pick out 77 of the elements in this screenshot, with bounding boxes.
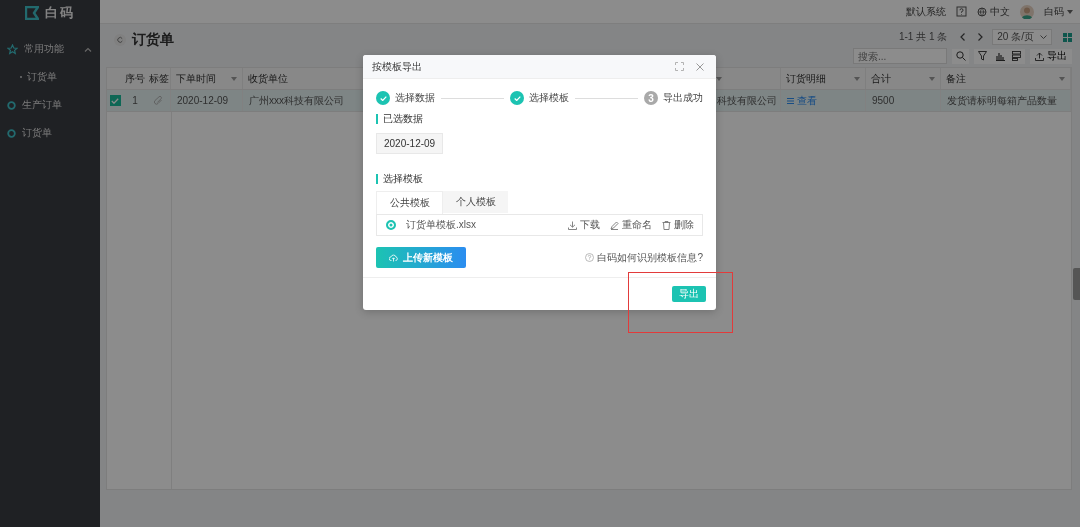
caret-icon	[1067, 9, 1073, 14]
search-icon	[955, 51, 966, 61]
bar-chart-icon	[994, 51, 1005, 61]
step-label: 选择数据	[395, 91, 435, 105]
refresh-icon	[114, 34, 126, 46]
chevron-right-icon	[978, 33, 984, 41]
side-handle[interactable]	[1073, 268, 1080, 300]
column-header: 标签	[148, 71, 169, 86]
question-icon	[585, 253, 595, 262]
pagination-info: 1-1 共 1 条	[898, 30, 948, 44]
column-header: 合计	[871, 71, 891, 86]
table-cell: 科技有限公司	[717, 93, 777, 108]
sidebar-item[interactable]: 生产订单	[0, 91, 100, 119]
chevron-left-icon	[960, 33, 966, 41]
system-name[interactable]: 默认系统	[906, 4, 946, 19]
columns-icon	[1011, 51, 1022, 61]
table-cell: 发货请标明每箱产品数量	[947, 93, 1057, 108]
paperclip-icon	[154, 96, 163, 105]
rename-button[interactable]: 重命名	[610, 218, 652, 232]
column-header: 收货单位	[248, 71, 288, 86]
star-icon	[7, 43, 18, 55]
check-icon	[513, 95, 521, 101]
upload-template-button[interactable]: 上传新模板	[376, 247, 466, 268]
grid-view-icon	[1063, 32, 1072, 42]
download-icon	[568, 220, 577, 230]
column-header: 订货明细	[786, 71, 826, 86]
ring-icon	[7, 128, 16, 138]
step-label: 导出成功	[663, 91, 703, 105]
column-header: 下单时间	[176, 71, 216, 86]
section-title: 选择模板	[383, 171, 423, 186]
logo-text: 白码	[45, 4, 75, 22]
table-cell: 1	[132, 95, 138, 106]
template-name: 订货单模板.xlsx	[406, 218, 477, 232]
step-label: 选择模板	[529, 91, 569, 105]
list-icon	[787, 97, 794, 104]
pencil-icon	[610, 220, 619, 230]
logo-icon	[25, 6, 39, 20]
search-field[interactable]: 搜索...	[854, 49, 946, 63]
close-button[interactable]	[694, 60, 706, 73]
delete-button[interactable]: 删除	[662, 218, 694, 232]
sidebar-item[interactable]: 订货单	[0, 119, 100, 147]
fullscreen-icon	[675, 62, 684, 71]
close-icon	[696, 62, 704, 71]
column-header: 备注	[946, 71, 966, 86]
language-menu[interactable]: 中文	[977, 4, 1010, 19]
tab[interactable]: 个人模板	[443, 191, 508, 213]
download-button[interactable]: 下载	[568, 218, 600, 232]
section-title: 已选数据	[383, 111, 423, 126]
check-icon	[111, 97, 119, 104]
column-header: 序号	[125, 71, 145, 86]
table-cell: 9500	[872, 95, 895, 106]
filter-icon	[978, 51, 987, 61]
chevron-down-icon	[1040, 35, 1047, 39]
page-size-select[interactable]: 20 条/页	[992, 29, 1052, 45]
globe-icon	[977, 6, 987, 17]
step-indicator: 3	[644, 91, 658, 105]
upload-icon	[1035, 51, 1044, 61]
sidebar-item[interactable]: 订货单	[0, 63, 100, 91]
check-icon	[379, 95, 387, 101]
table-cell: 2020-12-09	[177, 95, 229, 106]
search-button[interactable]	[952, 48, 969, 64]
trash-icon	[662, 220, 671, 230]
user-menu[interactable]: 白码	[1044, 4, 1073, 19]
radio-button[interactable]	[386, 220, 396, 230]
export-button[interactable]: 导出	[1030, 48, 1072, 64]
selected-data-tag: 2020-12-09	[376, 133, 444, 154]
page-title: 订货单	[132, 31, 174, 49]
help-link[interactable]: 白码如何识别模板信息?	[585, 250, 703, 265]
help-icon	[956, 6, 967, 17]
sidebar-item[interactable]: 常用功能	[0, 35, 100, 63]
avatar-icon	[1020, 4, 1034, 19]
cloud-upload-icon	[389, 253, 398, 262]
dialog-title: 按模板导出	[372, 59, 423, 74]
tab[interactable]: 公共模板	[376, 191, 443, 214]
table-cell: 广州xxx科技有限公司	[249, 93, 344, 108]
ring-icon	[7, 100, 16, 110]
row-checkbox[interactable]	[109, 95, 121, 106]
